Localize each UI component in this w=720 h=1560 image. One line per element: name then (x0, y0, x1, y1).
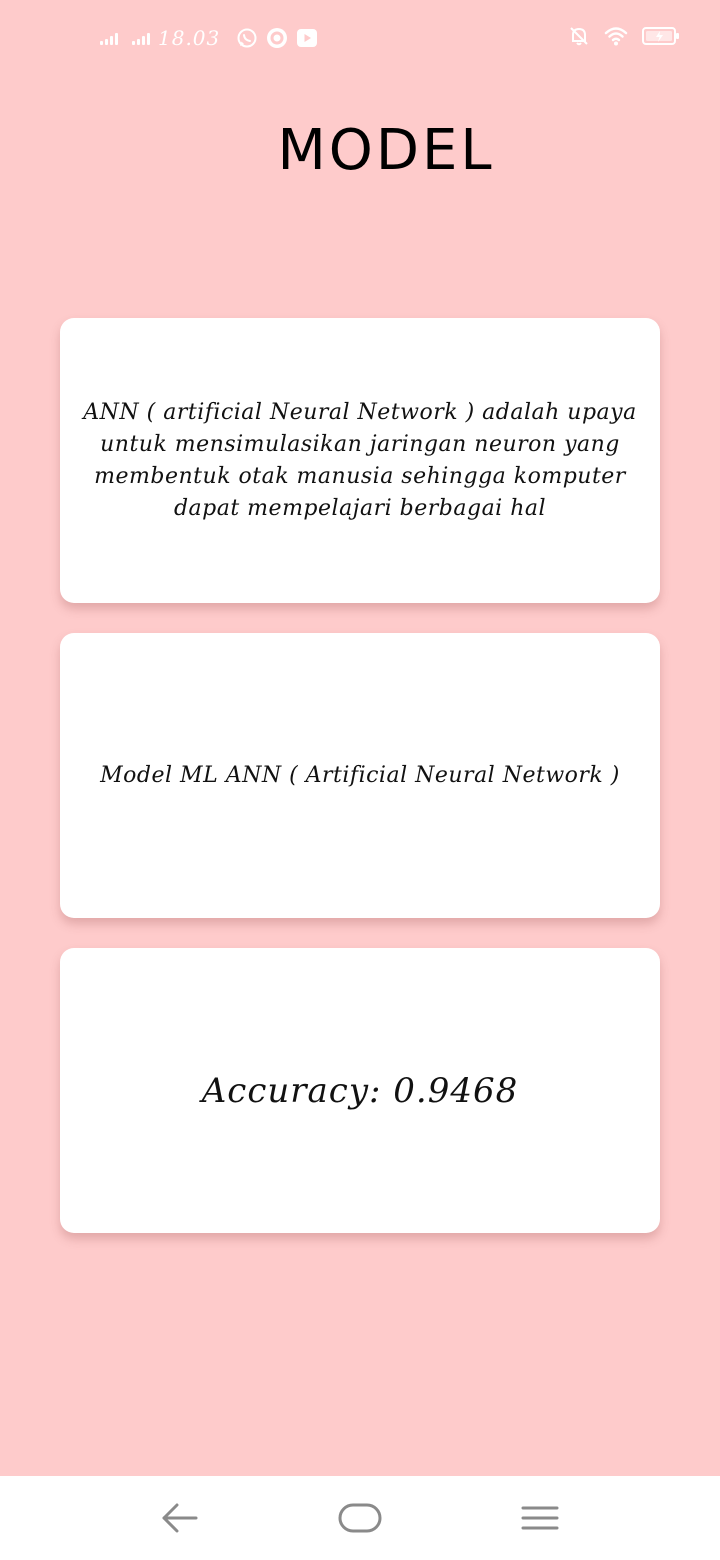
model-description: ANN ( artificial Neural Network ) adalah… (83, 399, 637, 521)
accuracy-text: Accuracy: 0.9468 (201, 1070, 519, 1111)
model-name-card: Model ML ANN ( Artificial Neural Network… (60, 633, 660, 918)
status-left: 18.03 (100, 24, 326, 52)
youtube-icon (296, 27, 318, 49)
record-app-icon (266, 27, 288, 49)
status-bar: 18.03 (0, 0, 720, 76)
navigation-bar (0, 1476, 720, 1560)
model-name-text: Model ML ANN ( Artificial Neural Network… (100, 763, 620, 788)
battery-icon (642, 25, 680, 51)
signal-1-icon (100, 31, 118, 45)
wifi-icon (604, 25, 628, 51)
description-card: ANN ( artificial Neural Network ) adalah… (60, 318, 660, 603)
home-icon (338, 1503, 382, 1533)
recents-button[interactable] (510, 1498, 570, 1538)
menu-icon (521, 1506, 559, 1530)
accuracy-card: Accuracy: 0.9468 (60, 948, 660, 1233)
page-title: MODEL (277, 118, 495, 183)
notifications-off-icon (568, 25, 590, 51)
back-icon (162, 1503, 198, 1533)
signal-2-icon (132, 31, 150, 45)
status-time: 18.03 (158, 26, 221, 50)
status-right (568, 24, 680, 52)
whatsapp-icon (236, 27, 258, 49)
home-button[interactable] (330, 1498, 390, 1538)
back-button[interactable] (150, 1498, 210, 1538)
